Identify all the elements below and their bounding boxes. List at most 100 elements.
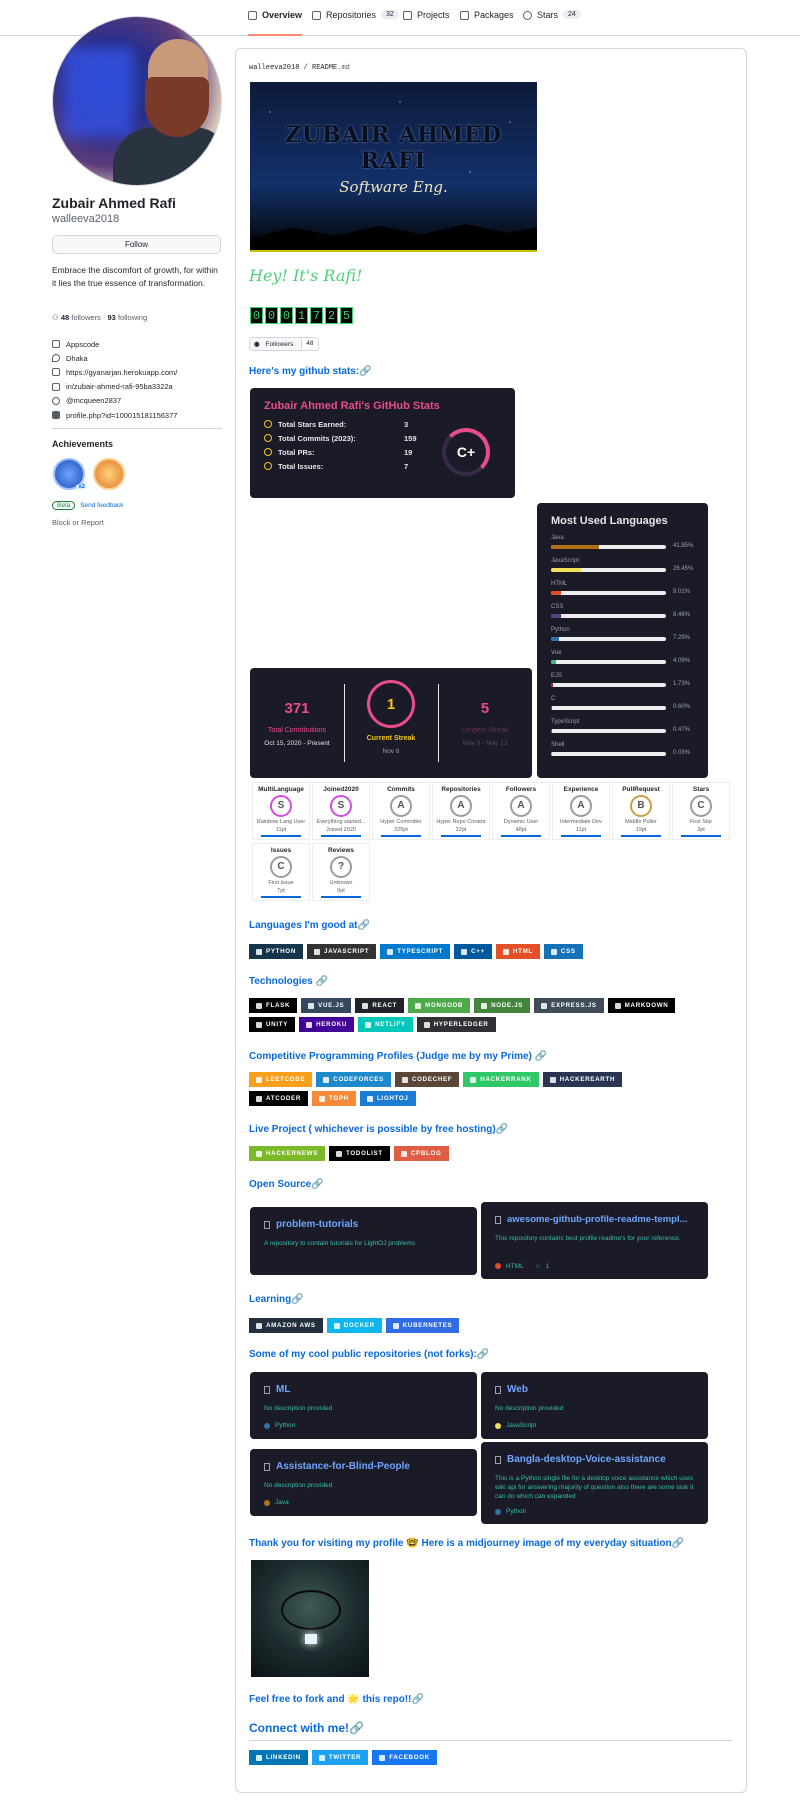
learning-badge-kubernetes[interactable]: KUBERNETES [385,1318,460,1333]
detail-twitter[interactable]: @mcqueen2837 [52,394,222,408]
tab-repositories[interactable]: Repositories 32 [312,10,399,36]
live-badge-todolist[interactable]: TODOLIST [329,1146,390,1161]
achievement-badge-yolo[interactable] [93,458,125,490]
cp-badge-leetcode[interactable]: LEETCODE [249,1072,313,1087]
trophy-cup-icon: C [690,795,712,817]
tech-badge-markdown[interactable]: MARKDOWN [607,998,676,1013]
stats-row: Total Issues: 7 [264,462,408,471]
language-bar [551,637,666,641]
connect-badge-linkedin[interactable]: LINKEDIN [249,1750,308,1765]
langs-badge-css[interactable]: CSS [543,944,583,959]
connect-heading[interactable]: Connect with me!🔗 [249,1721,364,1735]
tech-badge-hyperledger[interactable]: HYPERLEDGER [416,1017,496,1032]
repo-name[interactable]: Web [495,1384,528,1395]
repo-name[interactable]: problem-tutorials [264,1219,358,1230]
profile-name: Zubair Ahmed Rafi [52,195,176,211]
tech-badge-mongodb[interactable]: MONGODB [408,998,471,1013]
cp-badge-atcoder[interactable]: ATCODER [249,1091,309,1106]
language-percent: 0.03% [673,750,691,756]
fork-heading[interactable]: Feel free to fork and 🌟 this repo!!🔗 [249,1694,424,1705]
repo-name[interactable]: Assistance-for-Blind-People [264,1461,410,1472]
followers-badge[interactable]: ◉ Followers 48 [249,337,319,351]
learning-heading[interactable]: Learning🔗 [249,1294,304,1305]
repo-card-assistance-blind[interactable]: Assistance-for-Blind-People No descripti… [250,1449,477,1516]
tech-badge-netlify[interactable]: NETLIFY [358,1017,413,1032]
learning-badge-docker[interactable]: DOCKER [326,1318,382,1333]
tab-overview[interactable]: Overview [248,10,303,36]
logo-icon [400,1150,407,1157]
live-badge-hackernews[interactable]: HACKERNEWS [249,1146,326,1161]
repo-name[interactable]: ML [264,1384,290,1395]
tab-projects[interactable]: Projects [403,10,450,36]
tech-badge-flask[interactable]: FLASK [249,998,298,1013]
follow-button[interactable]: Follow [52,235,221,254]
anchor-link-icon[interactable]: 🔗 [496,1124,508,1135]
anchor-link-icon[interactable]: 🔗 [316,976,328,987]
cp-badge-toph[interactable]: TOPH [312,1091,356,1106]
detail-website[interactable]: https://gyanarjan.herokuapp.com/ [52,365,222,379]
anchor-link-icon[interactable]: 🔗 [477,1349,489,1360]
thanks-heading[interactable]: Thank you for visiting my profile 🤓 Here… [249,1538,684,1549]
avatar[interactable] [52,16,222,186]
tab-stars[interactable]: Stars 24 [523,10,581,36]
cp-heading[interactable]: Competitive Programming Profiles (Judge … [249,1051,547,1062]
cp-badge-codeforces[interactable]: CODEFORCES [316,1072,391,1087]
send-feedback-link[interactable]: Send feedback [80,502,123,509]
cp-badge-hackerrank[interactable]: HACKERRANK [463,1072,539,1087]
technologies-heading[interactable]: Technologies 🔗 [249,976,328,987]
languages-heading[interactable]: Languages I'm good at🔗 [249,920,370,931]
repo-name[interactable]: awesome-github-profile-readme-templ... [495,1214,688,1225]
anchor-link-icon[interactable]: 🔗 [311,1179,323,1190]
anchor-link-icon[interactable]: 🔗 [411,1694,423,1705]
repo-card-ml[interactable]: ML No description provided Python [250,1372,477,1439]
connect-badge-facebook[interactable]: FACEBOOK [372,1750,437,1765]
learning-badge-amazon-aws[interactable]: AMAZON AWS [249,1318,323,1333]
anchor-link-icon[interactable]: 🔗 [359,366,371,377]
anchor-link-icon[interactable]: 🔗 [291,1294,303,1305]
cool-repos-heading[interactable]: Some of my cool public repositories (not… [249,1349,489,1360]
language-bar [551,568,666,572]
following-link[interactable]: 93 following [108,313,148,322]
tech-badge-node-js[interactable]: NODE.JS [474,998,531,1013]
anchor-link-icon[interactable]: 🔗 [672,1538,684,1549]
stats-heading[interactable]: Here's my github stats:🔗 [249,366,372,377]
langs-badge-typescript[interactable]: TYPESCRIPT [380,944,451,959]
cp-badge-lightoj[interactable]: LIGHTOJ [359,1091,416,1106]
trophy-title: Followers [505,786,537,793]
language-percent: 1.73% [673,681,691,687]
detail-linkedin[interactable]: in/zubair-ahmed-rafi-95ba3322a [52,380,222,394]
repo-card-awesome-profile[interactable]: awesome-github-profile-readme-templ... T… [481,1202,708,1279]
achievement-badge-pull-shark[interactable]: x2 [53,458,87,490]
language-name: Vue [551,650,562,656]
open-source-heading[interactable]: Open Source🔗 [249,1179,324,1190]
anchor-link-icon[interactable]: 🔗 [535,1051,547,1062]
repo-name[interactable]: Bangla-desktop-Voice-assistance [495,1454,666,1465]
repo-card-web[interactable]: Web No description provided JavaScript [481,1372,708,1439]
langs-badge-c-[interactable]: C++ [454,944,492,959]
repo-card-problem-tutorials[interactable]: problem-tutorials A repository to contai… [250,1207,477,1275]
tech-badge-react[interactable]: REACT [355,998,405,1013]
tech-badge-unity[interactable]: UNITY [249,1017,296,1032]
cp-badge-hackerearth[interactable]: HACKEREARTH [542,1072,623,1087]
tech-badge-heroku[interactable]: HEROKU [299,1017,355,1032]
anchor-link-icon[interactable]: 🔗 [358,920,370,931]
repo-icon [264,1385,270,1394]
live-project-heading[interactable]: Live Project ( whichever is possible by … [249,1124,508,1135]
language-percent: 41.85% [673,543,694,549]
langs-badge-html[interactable]: HTML [495,944,540,959]
detail-facebook[interactable]: profile.php?id=100015181156377 [52,408,222,422]
langs-badge-javascript[interactable]: JAVASCRIPT [306,944,377,959]
followers-link[interactable]: 48 followers [61,313,101,322]
anchor-link-icon[interactable]: 🔗 [349,1721,364,1735]
connect-badge-twitter[interactable]: TWITTER [311,1750,369,1765]
repo-card-bangla-voice[interactable]: Bangla-desktop-Voice-assistance This is … [481,1442,708,1524]
tech-badge-express-js[interactable]: EXPRESS.JS [534,998,604,1013]
tech-badge-vue-js[interactable]: VUE.JS [301,998,352,1013]
most-used-languages-card: Most Used Languages Java 41.85% JavaScript… [537,503,708,778]
readme-user-link[interactable]: walleeva2018 [249,64,299,72]
cp-badge-codechef[interactable]: CODECHEF [394,1072,460,1087]
tab-packages[interactable]: Packages [460,10,514,36]
live-badge-cpblog[interactable]: CPBLOG [393,1146,449,1161]
langs-badge-python[interactable]: PYTHON [249,944,303,959]
block-report-link[interactable]: Block or Report [52,518,104,527]
